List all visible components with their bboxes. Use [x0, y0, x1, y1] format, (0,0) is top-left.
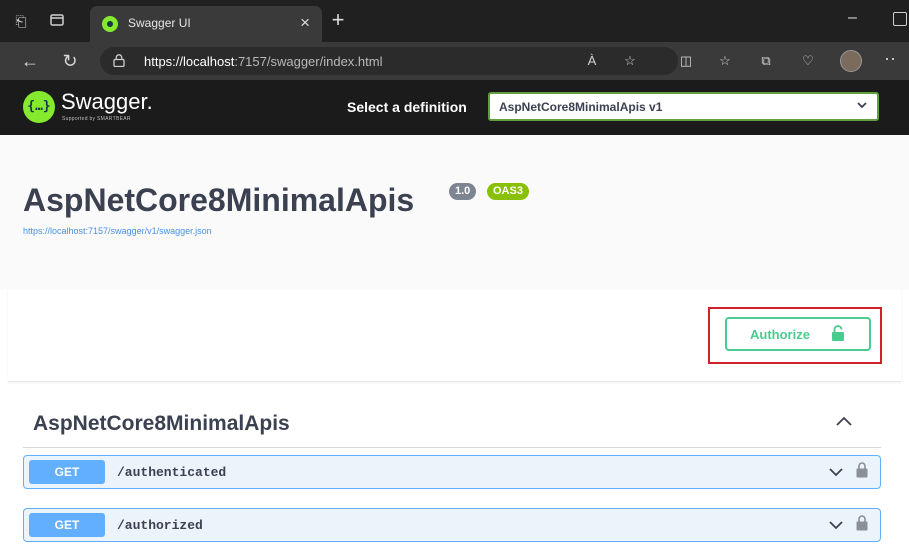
- back-arrow-icon[interactable]: ←: [18, 49, 42, 73]
- chevron-up-icon[interactable]: [834, 414, 854, 428]
- refresh-icon[interactable]: ↻: [58, 49, 82, 73]
- new-tab-button[interactable]: +: [326, 7, 350, 33]
- padlock-icon[interactable]: [856, 462, 868, 478]
- operation-row[interactable]: GET /authorized: [23, 508, 881, 542]
- api-title: AspNetCore8MinimalApis: [23, 182, 415, 218]
- oas-badge: OAS3: [487, 183, 529, 200]
- window-maximize-button[interactable]: [893, 12, 907, 26]
- authorize-button[interactable]: Authorize: [725, 317, 871, 351]
- browser-tab-bar: ⎗ Swagger UI × + –: [0, 0, 909, 42]
- authorize-label: Authorize: [750, 327, 810, 342]
- definition-select[interactable]: AspNetCore8MinimalApis v1: [488, 92, 879, 121]
- operation-path: /authenticated: [117, 465, 227, 480]
- browser-address-toolbar: ← ↻ https://localhost:7157/swagger/index…: [0, 42, 909, 80]
- swagger-logo-text[interactable]: Swagger.: [61, 89, 153, 115]
- collections-icon[interactable]: ⧉: [756, 52, 776, 70]
- swagger-json-link[interactable]: https://localhost:7157/swagger/v1/swagge…: [23, 226, 212, 236]
- definition-select-value: AspNetCore8MinimalApis v1: [499, 100, 663, 114]
- tab-title: Swagger UI: [128, 16, 191, 30]
- tab-close-icon[interactable]: ×: [300, 13, 310, 33]
- tag-section-header[interactable]: AspNetCore8MinimalApis: [23, 398, 881, 448]
- select-definition-label: Select a definition: [347, 99, 467, 115]
- unlocked-padlock-icon: [832, 325, 844, 341]
- browser-essentials-icon[interactable]: ♡: [798, 52, 818, 70]
- operation-path: /authorized: [117, 518, 203, 533]
- url-path: :7157/swagger/index.html: [234, 54, 383, 69]
- lock-icon[interactable]: [113, 54, 125, 67]
- tab-actions-icon[interactable]: ⎗: [12, 12, 30, 30]
- api-info-section: AspNetCore8MinimalApis 1.0 OAS3 https://…: [0, 135, 909, 290]
- url-text[interactable]: https://localhost:7157/swagger/index.htm…: [144, 54, 382, 69]
- favorites-icon[interactable]: ☆: [715, 52, 735, 70]
- smartbear-tagline: Supported by SMARTBEAR: [62, 116, 131, 122]
- chevron-down-icon[interactable]: [828, 519, 844, 531]
- url-host: https://localhost: [144, 54, 235, 69]
- split-screen-icon[interactable]: ◫: [676, 52, 696, 70]
- favorite-star-icon[interactable]: ☆: [620, 52, 640, 70]
- operation-row[interactable]: GET /authenticated: [23, 455, 881, 489]
- swagger-logo-icon[interactable]: {…}: [23, 91, 55, 123]
- swagger-favicon-icon: [102, 16, 118, 32]
- tag-title: AspNetCore8MinimalApis: [33, 412, 290, 435]
- chevron-down-icon: [857, 102, 867, 109]
- chevron-down-icon[interactable]: [828, 466, 844, 478]
- browser-tab-swagger[interactable]: Swagger UI ×: [90, 6, 322, 42]
- window-minimize-button[interactable]: –: [848, 9, 857, 27]
- http-method-badge: GET: [29, 460, 105, 484]
- more-menu-icon[interactable]: ··: [884, 48, 896, 69]
- padlock-icon[interactable]: [856, 515, 868, 531]
- version-badge: 1.0: [449, 183, 477, 200]
- tab-strip-icon[interactable]: [48, 12, 66, 30]
- http-method-badge: GET: [29, 513, 105, 537]
- swagger-topbar: {…} Swagger. Supported by SMARTBEAR Sele…: [0, 80, 909, 135]
- read-aloud-icon[interactable]: À: [582, 52, 602, 70]
- profile-avatar[interactable]: [840, 50, 862, 72]
